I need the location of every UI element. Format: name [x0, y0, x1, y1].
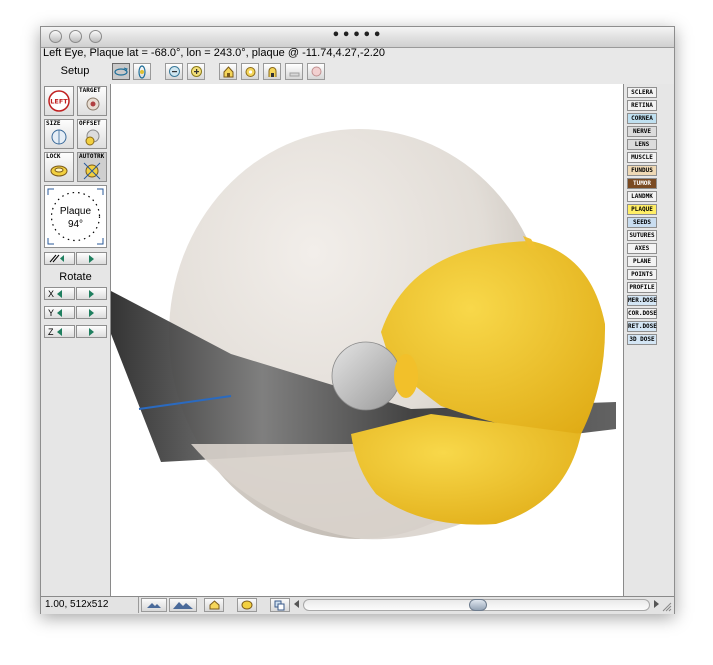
- mountain-small-icon: [147, 603, 161, 608]
- flip-button[interactable]: [44, 252, 75, 265]
- offset-button[interactable]: OFFSET: [77, 119, 107, 149]
- app-window: ••••• Left Eye, Plaque lat = -68.0°, lon…: [40, 26, 675, 614]
- optic-nerve: [331, 341, 401, 411]
- resize-grip-icon[interactable]: [662, 602, 672, 612]
- arrow-left-icon: [57, 308, 63, 317]
- toggle-plaque[interactable]: PLAQUE: [627, 204, 657, 215]
- scroll-thumb[interactable]: [469, 599, 487, 611]
- dial-label: Plaque: [59, 206, 92, 217]
- lock-label: LOCK: [46, 153, 61, 160]
- arrow-right-icon: [89, 289, 94, 298]
- dial-next-button[interactable]: [76, 252, 107, 265]
- rotate-view-icon[interactable]: [112, 63, 130, 80]
- rotate-z-plus-button[interactable]: [76, 325, 107, 338]
- render-flat-icon[interactable]: [285, 63, 303, 80]
- mountain-large-icon: [173, 601, 193, 609]
- rotate-y-plus-button[interactable]: [76, 306, 107, 319]
- size-button[interactable]: SIZE: [44, 119, 74, 149]
- axis-z-label: Z: [48, 326, 54, 337]
- toggle-profile[interactable]: PROFILE: [627, 282, 657, 293]
- setup-label: Setup: [60, 65, 90, 77]
- toggle-sclera[interactable]: SCLERA: [627, 87, 657, 98]
- mountain-small-button[interactable]: [141, 598, 167, 612]
- arrow-left-icon: [57, 289, 63, 298]
- zoom-in-icon[interactable]: [187, 63, 205, 80]
- rotate-x-minus-button[interactable]: X: [44, 287, 75, 300]
- plaque-rotation-dial[interactable]: Plaque 94°: [44, 185, 107, 248]
- toggle-cornea[interactable]: CORNEA: [627, 113, 657, 124]
- target-button[interactable]: TARGET: [77, 86, 107, 116]
- yellow-disk-icon: [241, 600, 253, 610]
- yellow-disk-button[interactable]: [237, 598, 257, 612]
- toggle-retina[interactable]: RETINA: [627, 100, 657, 111]
- toggle-plane[interactable]: PLANE: [627, 256, 657, 267]
- rotate-y-minus-button[interactable]: Y: [44, 306, 75, 319]
- title-bar[interactable]: •••••: [41, 27, 674, 48]
- rotate-label: Rotate: [59, 271, 92, 283]
- toggle-muscle[interactable]: MUSCLE: [627, 152, 657, 163]
- left-eye-icon: LEFT: [48, 90, 70, 112]
- horizontal-scrollbar[interactable]: [303, 599, 650, 611]
- flip-icon: [49, 254, 64, 263]
- view-top-icon[interactable]: [241, 63, 259, 80]
- autotrk-label: AUTOTRK: [79, 153, 105, 160]
- arrow-left-icon: [56, 327, 62, 336]
- status-line: Left Eye, Plaque lat = -68.0°, lon = 243…: [43, 47, 386, 59]
- arrow-right-icon: [89, 327, 94, 336]
- toggle-lens[interactable]: LENS: [627, 139, 657, 150]
- toggle-tumor[interactable]: TUMOR: [627, 178, 657, 189]
- toggle-ret-dose[interactable]: RET.DOSE: [627, 321, 657, 332]
- view-side-icon[interactable]: [263, 63, 281, 80]
- toggle-points[interactable]: POINTS: [627, 269, 657, 280]
- scroll-right-icon[interactable]: [654, 600, 659, 608]
- offset-label: OFFSET: [79, 120, 101, 127]
- axis-y-label: Y: [48, 307, 55, 318]
- rotate-z-minus-button[interactable]: Z: [44, 325, 75, 338]
- 3d-viewport[interactable]: [111, 84, 624, 596]
- toggle-seeds[interactable]: SEEDS: [627, 217, 657, 228]
- dial-value: 94°: [67, 219, 84, 230]
- toggle-nerve[interactable]: NERVE: [627, 126, 657, 137]
- size-label: SIZE: [46, 120, 61, 127]
- mountain-large-button[interactable]: [169, 598, 197, 612]
- house-icon: [209, 600, 219, 610]
- arrow-right-icon: [89, 254, 94, 263]
- left-control-panel: LEFT TARGET SIZE OFFSET LOCK AUTOTRK Pla…: [41, 84, 111, 596]
- toggle-mer-dose[interactable]: MER.DOSE: [627, 295, 657, 306]
- toggle-sutures[interactable]: SUTURES: [627, 230, 657, 241]
- toggle-landmk[interactable]: LANDMK: [627, 191, 657, 202]
- axis-x-label: X: [48, 288, 55, 299]
- target-label: TARGET: [79, 87, 101, 94]
- rotate-x-plus-button[interactable]: [76, 287, 107, 300]
- toggle-3d-dose[interactable]: 3D DOSE: [627, 334, 657, 345]
- toggle-fundus[interactable]: FUNDUS: [627, 165, 657, 176]
- autotrack-button[interactable]: AUTOTRK: [77, 152, 107, 182]
- left-eye-button[interactable]: LEFT: [44, 86, 74, 116]
- lock-button[interactable]: LOCK: [44, 152, 74, 182]
- left-badge-text: LEFT: [50, 98, 68, 106]
- home-icon[interactable]: [219, 63, 237, 80]
- eye-model-render: [111, 129, 616, 540]
- toggle-axes[interactable]: AXES: [627, 243, 657, 254]
- zoom-out-icon[interactable]: [165, 63, 183, 80]
- render-shade-icon[interactable]: [307, 63, 325, 80]
- structure-toggle-panel: SCLERA RETINA CORNEA NERVE LENS MUSCLE FUNDUS T…: [624, 84, 674, 596]
- scroll-left-icon[interactable]: [294, 600, 299, 608]
- arrow-right-icon: [89, 308, 94, 317]
- window-title: •••••: [331, 28, 384, 43]
- copy-button[interactable]: [270, 598, 290, 612]
- toggle-cor-dose[interactable]: COR.DOSE: [627, 308, 657, 319]
- bottom-status-bar: 1.00, 512x512: [41, 596, 674, 614]
- plaque-rim: [394, 354, 418, 398]
- zoom-readout: 1.00, 512x512: [41, 597, 139, 613]
- tilt-view-icon[interactable]: [133, 63, 151, 80]
- house-button[interactable]: [204, 598, 224, 612]
- copy-icon: [274, 600, 285, 610]
